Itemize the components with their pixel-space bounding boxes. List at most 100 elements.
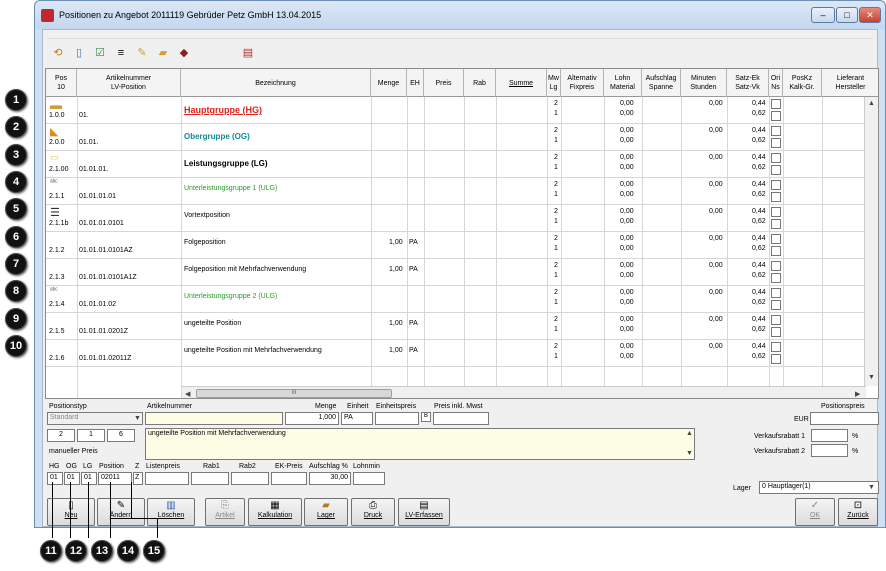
table-row[interactable]: 2.1.2 01.01.01.0101AZ Folgeposition 1,00 PA 2…: [46, 232, 866, 259]
rab2-input[interactable]: [231, 472, 269, 485]
textarea-scroll-up-icon[interactable]: ▲: [686, 430, 693, 437]
hierarchy-field-1[interactable]: 2: [47, 429, 75, 442]
ns-checkbox[interactable]: [771, 354, 781, 364]
ns-checkbox[interactable]: [771, 165, 781, 175]
vertical-scrollbar[interactable]: ▲ ▼: [864, 97, 878, 386]
table-row[interactable]: ◣ 2.0.0 01.01. Obergruppe (OG) 2 1 0,00 0,00 0,0…: [46, 124, 866, 151]
col-lieferant[interactable]: Lieferant Hersteller: [822, 69, 878, 97]
z-input[interactable]: Z: [133, 472, 143, 485]
maximize-button[interactable]: □: [836, 7, 858, 23]
menge-input[interactable]: 1,000: [285, 412, 339, 425]
druck-button[interactable]: ⎙ Druck: [351, 498, 395, 526]
verkaufsrabatt-2-input[interactable]: [811, 444, 848, 457]
table-row[interactable]: ▬ 1.0.0 01. Hauptgruppe (HG) 2 1 0,00 0,00 0,00 0…: [46, 97, 866, 124]
document-icon[interactable]: ▯: [72, 46, 86, 60]
stamp-icon[interactable]: ◆: [177, 46, 191, 60]
col-eh[interactable]: EH: [407, 69, 424, 97]
ori-checkbox[interactable]: [771, 180, 781, 190]
ori-checkbox[interactable]: [771, 261, 781, 271]
rab1-input[interactable]: [191, 472, 229, 485]
col-ori[interactable]: Ori Ns: [769, 69, 783, 97]
col-bezeichnung[interactable]: Bezeichnung: [181, 69, 371, 97]
ori-checkbox[interactable]: [771, 153, 781, 163]
ori-checkbox[interactable]: [771, 315, 781, 325]
ns-checkbox[interactable]: [771, 192, 781, 202]
title-bar[interactable]: Positionen zu Angebot 2011119 Gebrüder P…: [35, 1, 885, 29]
col-minuten[interactable]: Minuten Stunden: [681, 69, 727, 97]
ok-button[interactable]: ✓ OK: [795, 498, 835, 526]
print-preview-icon[interactable]: ▤: [241, 46, 255, 60]
ns-checkbox[interactable]: [771, 327, 781, 337]
verkaufsrabatt-1-input[interactable]: [811, 429, 848, 442]
scroll-up-icon[interactable]: ▲: [868, 100, 875, 107]
table-row[interactable]: ▭ 2.1.00 01.01.01. Leistungsgruppe (LG) 2 1 0,…: [46, 151, 866, 178]
scroll-down-icon[interactable]: ▼: [868, 374, 875, 381]
loeschen-button[interactable]: ▥ Löschen: [147, 498, 195, 526]
horizontal-scrollbar[interactable]: ◀ III ▶: [182, 386, 866, 398]
table-row[interactable]: ☰ 2.1.1b 01.01.01.0101 Vortextposition 2 1 0,0…: [46, 205, 866, 232]
lv-erfassen-button[interactable]: ▤ LV-Erfassen: [398, 498, 450, 526]
aufschlag-input[interactable]: 30,00: [309, 472, 351, 485]
ns-checkbox[interactable]: [771, 300, 781, 310]
col-mw[interactable]: Mw Lg: [547, 69, 561, 97]
table-row[interactable]: 2.1.6 01.01.01.02011Z ungeteilte Position …: [46, 340, 866, 367]
col-poskz[interactable]: PosKz Kalk-Gr.: [783, 69, 822, 97]
preis-inkl-mwst-input[interactable]: [433, 412, 489, 425]
ori-checkbox[interactable]: [771, 99, 781, 109]
ori-checkbox[interactable]: [771, 234, 781, 244]
undo-icon[interactable]: ⟲: [51, 46, 65, 60]
og-input[interactable]: 01: [64, 472, 80, 485]
col-alternativ[interactable]: Alternativ Fixpreis: [561, 69, 604, 97]
folder-icon[interactable]: ▰: [156, 46, 170, 60]
hierarchy-field-2[interactable]: 1: [77, 429, 105, 442]
ns-checkbox[interactable]: [771, 246, 781, 256]
col-artikelnummer[interactable]: Artikelnummer LV-Position: [77, 69, 181, 97]
ek-preis-input[interactable]: [271, 472, 307, 485]
col-menge[interactable]: Menge: [371, 69, 407, 97]
ns-checkbox[interactable]: [771, 111, 781, 121]
text-icon[interactable]: ≡: [114, 46, 128, 60]
table-row[interactable]: ᵃᵇᶜ 2.1.4 01.01.01.02 Unterleistungsgruppe …: [46, 286, 866, 313]
ori-checkbox[interactable]: [771, 342, 781, 352]
table-row[interactable]: 2.1.5 01.01.01.0201Z ungeteilte Position 1,…: [46, 313, 866, 340]
col-preis[interactable]: Preis: [424, 69, 464, 97]
close-button[interactable]: ✕: [859, 7, 881, 23]
table-row[interactable]: 2.1.3 01.01.01.0101A1Z Folgeposition mit M…: [46, 259, 866, 286]
table-row[interactable]: ᵃᵇᶜ 2.1.1 01.01.01.01 Unterleistungsgruppe …: [46, 178, 866, 205]
calculator-button[interactable]: B: [421, 412, 431, 422]
positionstyp-dropdown-icon[interactable]: ▼: [134, 415, 141, 422]
lager-select[interactable]: 0 Hauptlager(1): [759, 481, 879, 494]
scroll-left-icon[interactable]: ◀: [185, 390, 190, 398]
artikelnummer-input[interactable]: [145, 412, 283, 425]
kalkulation-button[interactable]: ▦ Kalkulation: [248, 498, 302, 526]
aendern-button[interactable]: ✎ Ändern: [97, 498, 145, 526]
scroll-right-icon[interactable]: ▶: [855, 390, 860, 398]
hierarchy-field-3[interactable]: 6: [107, 429, 135, 442]
ori-checkbox[interactable]: [771, 207, 781, 217]
edit-icon[interactable]: ✎: [135, 46, 149, 60]
minimize-button[interactable]: –: [811, 7, 835, 23]
col-rab[interactable]: Rab: [464, 69, 496, 97]
ns-checkbox[interactable]: [771, 219, 781, 229]
beschreibung-textarea[interactable]: ungeteilte Position mit Mehrfachverwendu…: [145, 428, 695, 460]
horizontal-scroll-thumb[interactable]: III: [196, 389, 392, 398]
einheit-input[interactable]: PA: [341, 412, 373, 425]
listenpreis-input[interactable]: [145, 472, 189, 485]
einheitspreis-input[interactable]: [375, 412, 419, 425]
artikel-button[interactable]: ⎘ Artikel: [205, 498, 245, 526]
col-aufschlag[interactable]: Aufschlag Spanne: [642, 69, 681, 97]
ns-checkbox[interactable]: [771, 138, 781, 148]
lager-button[interactable]: ▰ Lager: [304, 498, 348, 526]
col-lohn[interactable]: Lohn Material: [604, 69, 642, 97]
checklist-icon[interactable]: ☑: [93, 46, 107, 60]
col-pos[interactable]: Pos 10: [46, 69, 77, 97]
hg-input[interactable]: 01: [47, 472, 63, 485]
col-summe[interactable]: Summe: [496, 69, 547, 97]
positionstyp-select[interactable]: Standard: [47, 412, 143, 425]
ori-checkbox[interactable]: [771, 126, 781, 136]
lohnmin-input[interactable]: [353, 472, 385, 485]
col-satz[interactable]: Satz-Ek Satz-Vk: [727, 69, 769, 97]
ori-checkbox[interactable]: [771, 288, 781, 298]
position-input[interactable]: 02011: [98, 472, 132, 485]
lg-input[interactable]: 01: [81, 472, 97, 485]
